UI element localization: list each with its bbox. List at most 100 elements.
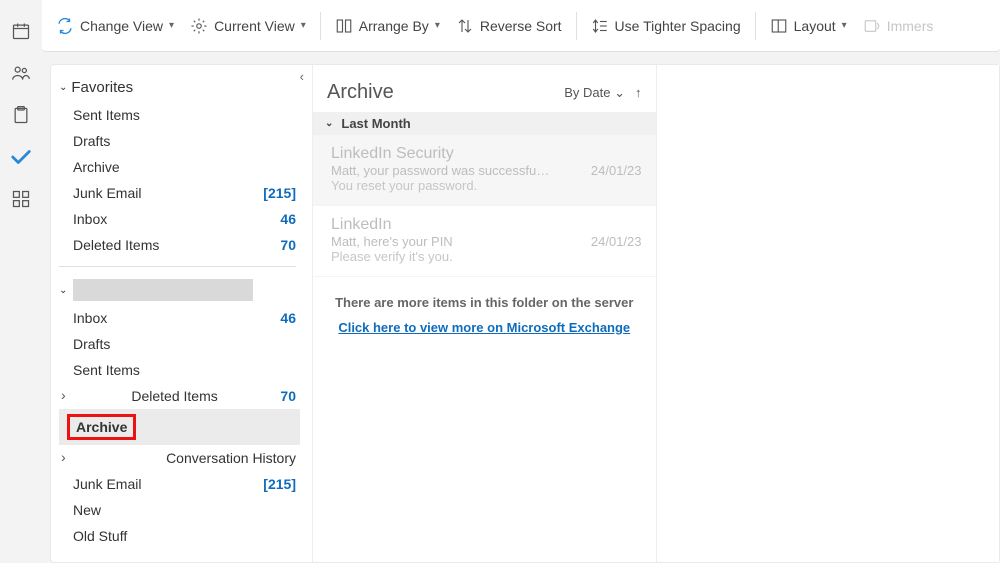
unread-count: 215 — [263, 476, 296, 492]
folder-name: Inbox — [73, 310, 107, 326]
message-preview: Please verify it's you. — [331, 249, 642, 264]
chevron-down-icon: ⌄ — [59, 285, 67, 296]
people-icon[interactable] — [10, 62, 32, 84]
folder-item[interactable]: Deleted Items 70 — [59, 232, 300, 258]
immersive-button: Immers — [863, 17, 934, 35]
message-subject-row: Matt, here's your PIN 24/01/23 — [331, 234, 642, 249]
unread-count: 70 — [280, 388, 296, 404]
unread-count: 46 — [280, 211, 296, 227]
chevron-down-icon: ⌄ — [325, 118, 333, 129]
view-more-link[interactable]: Click here to view more on Microsoft Exc… — [338, 320, 630, 335]
layout-button[interactable]: Layout ▾ — [770, 17, 847, 35]
folder-title: Archive — [327, 81, 394, 104]
folder-item[interactable]: Inbox 46 — [59, 206, 300, 232]
divider — [59, 266, 296, 267]
message-preview: You reset your password. — [331, 178, 642, 193]
folder-name: Drafts — [73, 133, 110, 149]
reverse-sort-button[interactable]: Reverse Sort — [456, 17, 562, 35]
folder-name: Deleted Items — [131, 388, 217, 404]
folder-name: Sent Items — [73, 107, 140, 123]
folder-name: Deleted Items — [73, 237, 159, 253]
folder-item[interactable]: New — [59, 497, 300, 523]
favorites-header[interactable]: ⌄ Favorites — [59, 75, 300, 102]
folder-name: Sent Items — [73, 362, 140, 378]
folder-item[interactable]: Conversation History — [59, 445, 300, 471]
tighter-spacing-label: Use Tighter Spacing — [615, 18, 741, 34]
chevron-down-icon: ▾ — [842, 20, 847, 31]
message-list-pane: Archive By Date ⌄ ↑ ⌄ Last Month LinkedI… — [313, 65, 657, 562]
folder-item[interactable]: Sent Items — [59, 357, 300, 383]
message-date: 24/01/23 — [591, 234, 642, 249]
folder-name: Archive — [76, 419, 127, 435]
nav-rail — [0, 0, 42, 563]
more-items-text: There are more items in this folder on t… — [333, 295, 636, 310]
message-sender: LinkedIn Security — [331, 145, 642, 163]
separator — [320, 12, 321, 40]
change-view-label: Change View — [80, 18, 163, 34]
favorites-label: Favorites — [71, 79, 133, 96]
folder-name: Archive — [73, 159, 120, 175]
folder-name: Junk Email — [73, 185, 141, 201]
favorites-list: Sent Items Drafts Archive Junk Email 215 Inbo… — [59, 102, 300, 258]
arrange-by-button[interactable]: Arrange By ▾ — [335, 17, 440, 35]
folder-item[interactable]: Junk Email 215 — [59, 180, 300, 206]
separator — [755, 12, 756, 40]
unread-count: 215 — [263, 185, 296, 201]
message-item[interactable]: LinkedInMatt, here's your PIN 24/01/23Ple… — [313, 206, 656, 277]
group-label: Last Month — [341, 116, 410, 131]
apps-icon[interactable] — [10, 188, 32, 210]
folder-item[interactable]: Inbox 46 — [59, 305, 300, 331]
layout-label: Layout — [794, 18, 836, 34]
collapse-pane-button[interactable]: ‹ — [300, 69, 304, 84]
folder-pane: ‹ ⌄ Favorites Sent Items Drafts Archive Jun… — [51, 65, 313, 562]
folder-item[interactable]: Drafts — [59, 331, 300, 357]
sort-label: By Date — [564, 85, 610, 100]
message-list: LinkedIn SecurityMatt, your password was… — [313, 135, 656, 277]
calendar-icon[interactable] — [10, 20, 32, 42]
tasks-icon[interactable] — [10, 104, 32, 126]
separator — [576, 12, 577, 40]
folder-name: Junk Email — [73, 476, 141, 492]
current-view-button[interactable]: Current View ▾ — [190, 17, 306, 35]
chevron-down-icon: ⌄ — [59, 82, 67, 93]
folder-item[interactable]: Junk Email 215 — [59, 471, 300, 497]
folder-item-selected[interactable]: Archive — [59, 409, 300, 445]
chevron-down-icon: ⌄ — [614, 85, 625, 100]
folder-name: Inbox — [73, 211, 107, 227]
unread-count: 46 — [280, 310, 296, 326]
chevron-down-icon: ▾ — [435, 20, 440, 31]
folder-item[interactable]: Old Stuff — [59, 523, 300, 549]
account-folder-list: Inbox 46 Drafts Sent Items Deleted Items 70 Ar… — [59, 305, 300, 549]
todo-icon[interactable] — [10, 146, 32, 168]
unread-count: 70 — [280, 237, 296, 253]
account-header[interactable]: ⌄ — [59, 275, 300, 305]
message-item[interactable]: LinkedIn SecurityMatt, your password was… — [313, 135, 656, 206]
immersive-label: Immers — [887, 18, 934, 34]
account-name-redacted — [73, 279, 253, 301]
chevron-down-icon: ▾ — [169, 20, 174, 31]
message-subject: Matt, here's your PIN — [331, 234, 453, 249]
chevron-down-icon: ▾ — [301, 20, 306, 31]
reverse-sort-label: Reverse Sort — [480, 18, 562, 34]
reading-pane — [657, 65, 1000, 562]
sort-direction-button[interactable]: ↑ — [635, 85, 642, 100]
folder-item[interactable]: Drafts — [59, 128, 300, 154]
tighter-spacing-button[interactable]: Use Tighter Spacing — [591, 17, 741, 35]
folder-item[interactable]: Sent Items — [59, 102, 300, 128]
ribbon: Change View ▾ Current View ▾ Arrange By … — [42, 0, 1000, 52]
folder-item[interactable]: Archive — [59, 154, 300, 180]
folder-name: Old Stuff — [73, 528, 127, 544]
arrange-by-label: Arrange By — [359, 18, 429, 34]
message-group-header[interactable]: ⌄ Last Month — [313, 112, 656, 135]
message-sender: LinkedIn — [331, 216, 642, 234]
current-view-label: Current View — [214, 18, 295, 34]
folder-name: Drafts — [73, 336, 110, 352]
folder-item[interactable]: Deleted Items 70 — [59, 383, 300, 409]
folder-name: Conversation History — [166, 450, 296, 466]
change-view-button[interactable]: Change View ▾ — [56, 17, 174, 35]
sort-by-button[interactable]: By Date ⌄ — [564, 85, 625, 101]
folder-name: New — [73, 502, 101, 518]
message-subject-row: Matt, your password was successfu… 24/01/… — [331, 163, 642, 178]
message-subject: Matt, your password was successfu… — [331, 163, 549, 178]
message-date: 24/01/23 — [591, 163, 642, 178]
